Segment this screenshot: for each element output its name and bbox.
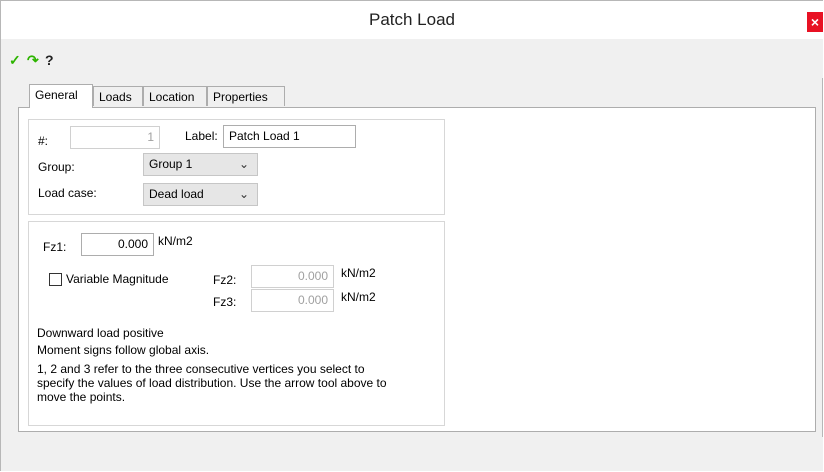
group-select[interactable]: Group 1 ⌄ bbox=[143, 153, 258, 176]
fz3-unit: kN/m2 bbox=[341, 290, 376, 304]
redo-arrow-icon[interactable]: ↷ bbox=[27, 53, 39, 67]
help-icon[interactable]: ? bbox=[45, 53, 54, 67]
fz1-field[interactable]: 0.000 bbox=[81, 233, 154, 256]
fz2-field: 0.000 bbox=[251, 265, 334, 288]
group-select-value: Group 1 bbox=[149, 157, 193, 171]
toolbar bbox=[1, 39, 823, 78]
tab-location[interactable]: Location bbox=[143, 86, 207, 106]
label-field[interactable]: Patch Load 1 bbox=[223, 125, 356, 148]
patch-load-window: Patch Load × ✓ ↷ ? General Loads Locatio… bbox=[0, 0, 823, 471]
variable-magnitude-label: Variable Magnitude bbox=[66, 272, 169, 286]
load-case-select[interactable]: Dead load ⌄ bbox=[143, 183, 258, 206]
status-bar bbox=[1, 437, 823, 471]
fz3-label: Fz3: bbox=[213, 295, 237, 309]
number-field: 1 bbox=[70, 126, 160, 149]
help-line-downward: Downward load positive bbox=[37, 326, 164, 340]
fz2-unit: kN/m2 bbox=[341, 266, 376, 280]
load-case-label: Load case: bbox=[38, 186, 97, 200]
loads-group-box: Fz1: 0.000 kN/m2 Variable Magnitude Fz2:… bbox=[28, 221, 445, 426]
number-label: #: bbox=[38, 134, 49, 148]
general-group-box: #: 1 Label: Patch Load 1 Group: Group 1 … bbox=[28, 119, 445, 215]
checkmark-icon[interactable]: ✓ bbox=[9, 53, 21, 67]
load-case-select-value: Dead load bbox=[149, 187, 204, 201]
fz3-field: 0.000 bbox=[251, 289, 334, 312]
tab-general[interactable]: General bbox=[29, 84, 93, 108]
chevron-down-icon: ⌄ bbox=[238, 157, 249, 171]
tab-loads[interactable]: Loads bbox=[93, 86, 143, 106]
fz1-unit: kN/m2 bbox=[158, 234, 193, 248]
window-title: Patch Load bbox=[368, 10, 455, 29]
close-icon[interactable]: × bbox=[807, 12, 823, 32]
help-line-moment: Moment signs follow global axis. bbox=[37, 343, 210, 357]
label-label: Label: bbox=[185, 129, 218, 143]
title-bar: Patch Load × bbox=[1, 1, 823, 39]
chevron-down-icon: ⌄ bbox=[238, 187, 249, 201]
fz1-label: Fz1: bbox=[43, 240, 67, 254]
tab-content: #: 1 Label: Patch Load 1 Group: Group 1 … bbox=[18, 107, 816, 432]
variable-magnitude-checkbox[interactable] bbox=[49, 273, 62, 286]
fz2-label: Fz2: bbox=[213, 273, 237, 287]
group-label: Group: bbox=[38, 160, 75, 174]
tab-properties[interactable]: Properties bbox=[207, 86, 285, 106]
help-paragraph: 1, 2 and 3 refer to the three consecutiv… bbox=[37, 362, 387, 404]
